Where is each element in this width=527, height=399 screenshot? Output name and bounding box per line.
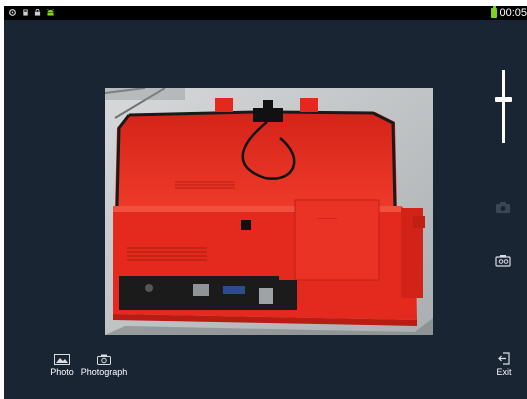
battery-icon: [491, 6, 497, 18]
zoom-slider-thumb[interactable]: [495, 96, 512, 102]
photograph-button[interactable]: Photograph: [78, 354, 130, 377]
camera-screen: 00:05 ———— Photo Photograph Exit: [4, 6, 527, 399]
lock-icon: [34, 9, 41, 16]
photo-button[interactable]: Photo: [49, 354, 75, 377]
camera-switch-icon[interactable]: [494, 201, 512, 215]
exit-icon: [498, 352, 510, 365]
settings-icon: [9, 9, 16, 16]
camera-preview[interactable]: ————: [105, 88, 433, 335]
clock: 00:05: [499, 7, 527, 19]
sd-card-icon: [23, 9, 28, 16]
gallery-icon: [54, 354, 70, 365]
status-bar: 00:05: [4, 6, 527, 20]
preview-image: ————: [105, 88, 433, 335]
exit-label: Exit: [496, 367, 512, 377]
photograph-label: Photograph: [80, 367, 128, 377]
exit-button[interactable]: Exit: [492, 352, 516, 377]
camera-icon: [97, 354, 111, 365]
zoom-slider-track[interactable]: [502, 70, 505, 143]
android-icon: [47, 9, 54, 16]
photo-label: Photo: [50, 367, 74, 377]
svg-text:————: ————: [317, 216, 337, 222]
camera-mode-icon[interactable]: [494, 254, 512, 268]
